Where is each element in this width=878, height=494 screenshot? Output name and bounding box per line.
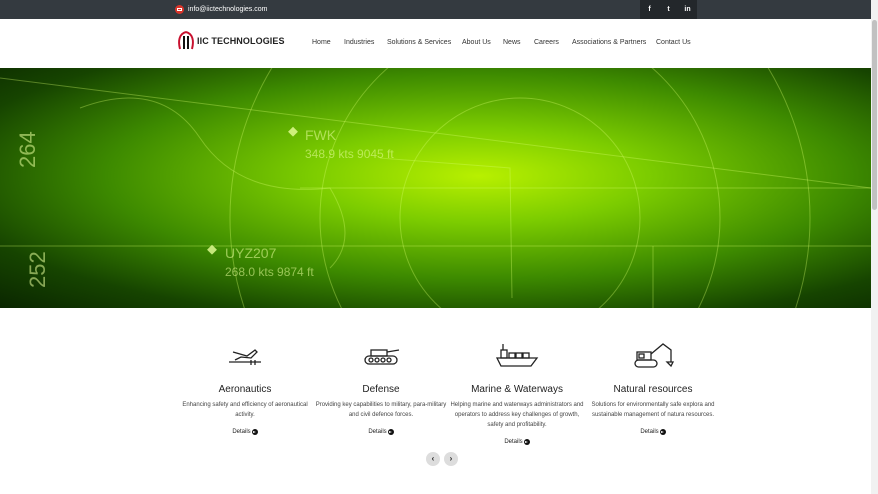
radar-label-264: 264 [15, 131, 40, 168]
linkedin-icon[interactable]: in [678, 0, 697, 19]
site-header: IIC TECHNOLOGIES Home Industries Solutio… [0, 19, 871, 68]
arrow-right-circle-icon [251, 429, 258, 435]
details-link[interactable]: Details [232, 429, 258, 435]
nav-home[interactable]: Home [312, 39, 331, 46]
details-link[interactable]: Details [504, 439, 530, 445]
site-logo[interactable]: IIC TECHNOLOGIES [177, 31, 285, 51]
nav-industries[interactable]: Industries [344, 39, 374, 46]
scrollbar-thumb[interactable] [872, 20, 877, 210]
page-scrollbar[interactable] [871, 0, 878, 494]
twitter-icon[interactable]: t [659, 0, 678, 19]
nav-solutions-services[interactable]: Solutions & Services [387, 39, 451, 46]
arrow-right-circle-icon [523, 439, 530, 445]
details-link[interactable]: Details [640, 429, 666, 435]
radar-graphic: 264 252 FWK 348.9 kts 9045 ft UYZ207 268… [0, 68, 871, 308]
hero-banner: 264 252 FWK 348.9 kts 9045 ft UYZ207 268… [0, 68, 871, 308]
card-title: Marine & Waterways [471, 384, 563, 395]
card-description: Providing key capabilities to military, … [315, 402, 447, 418]
radar-callsign-2: UYZ207 [225, 245, 277, 261]
arrow-right-circle-icon [659, 429, 666, 435]
card-title: Natural resources [613, 384, 693, 395]
industry-card-defense: Defense Providing key capabilities to mi… [311, 340, 451, 438]
nav-contact-us[interactable]: Contact Us [656, 39, 691, 46]
card-description: Helping marine and waterways administrat… [450, 402, 584, 428]
card-description: Enhancing safety and efficiency of aeron… [182, 402, 308, 418]
tank-icon [311, 340, 451, 372]
airplane-icon [175, 340, 315, 372]
excavator-icon [583, 340, 723, 372]
nav-careers[interactable]: Careers [534, 39, 559, 46]
carousel-next-button[interactable]: › [444, 452, 458, 466]
industry-card-aeronautics: Aeronautics Enhancing safety and efficie… [175, 340, 315, 438]
logo-text: IIC TECHNOLOGIES [197, 36, 285, 46]
radar-callsign-1: FWK [305, 127, 337, 143]
details-link[interactable]: Details [368, 429, 394, 435]
industry-card-natural-resources: Natural resources Solutions for environm… [583, 340, 723, 438]
card-title: Defense [362, 384, 400, 395]
radar-label-252: 252 [25, 251, 50, 288]
top-bar: info@iictechnologies.com f t in [0, 0, 871, 19]
card-title: Aeronautics [218, 384, 272, 395]
carousel-prev-button[interactable]: ‹ [426, 452, 440, 466]
nav-associations-partners[interactable]: Associations & Partners [572, 39, 646, 46]
ship-icon [447, 340, 587, 372]
nav-about-us[interactable]: About Us [462, 39, 491, 46]
arrow-right-circle-icon [387, 429, 394, 435]
card-description: Solutions for environmentally safe explo… [591, 402, 715, 418]
nav-news[interactable]: News [503, 39, 521, 46]
social-links: f t in [640, 0, 697, 19]
radar-speed-2: 268.0 kts 9874 ft [225, 265, 314, 279]
facebook-icon[interactable]: f [640, 0, 659, 19]
contact-email[interactable]: info@iictechnologies.com [188, 4, 267, 15]
industry-card-marine-waterways: Marine & Waterways Helping marine and wa… [447, 340, 587, 448]
radar-speed-1: 348.9 kts 9045 ft [305, 147, 394, 161]
logo-icon [178, 31, 194, 50]
envelope-icon [175, 5, 184, 14]
